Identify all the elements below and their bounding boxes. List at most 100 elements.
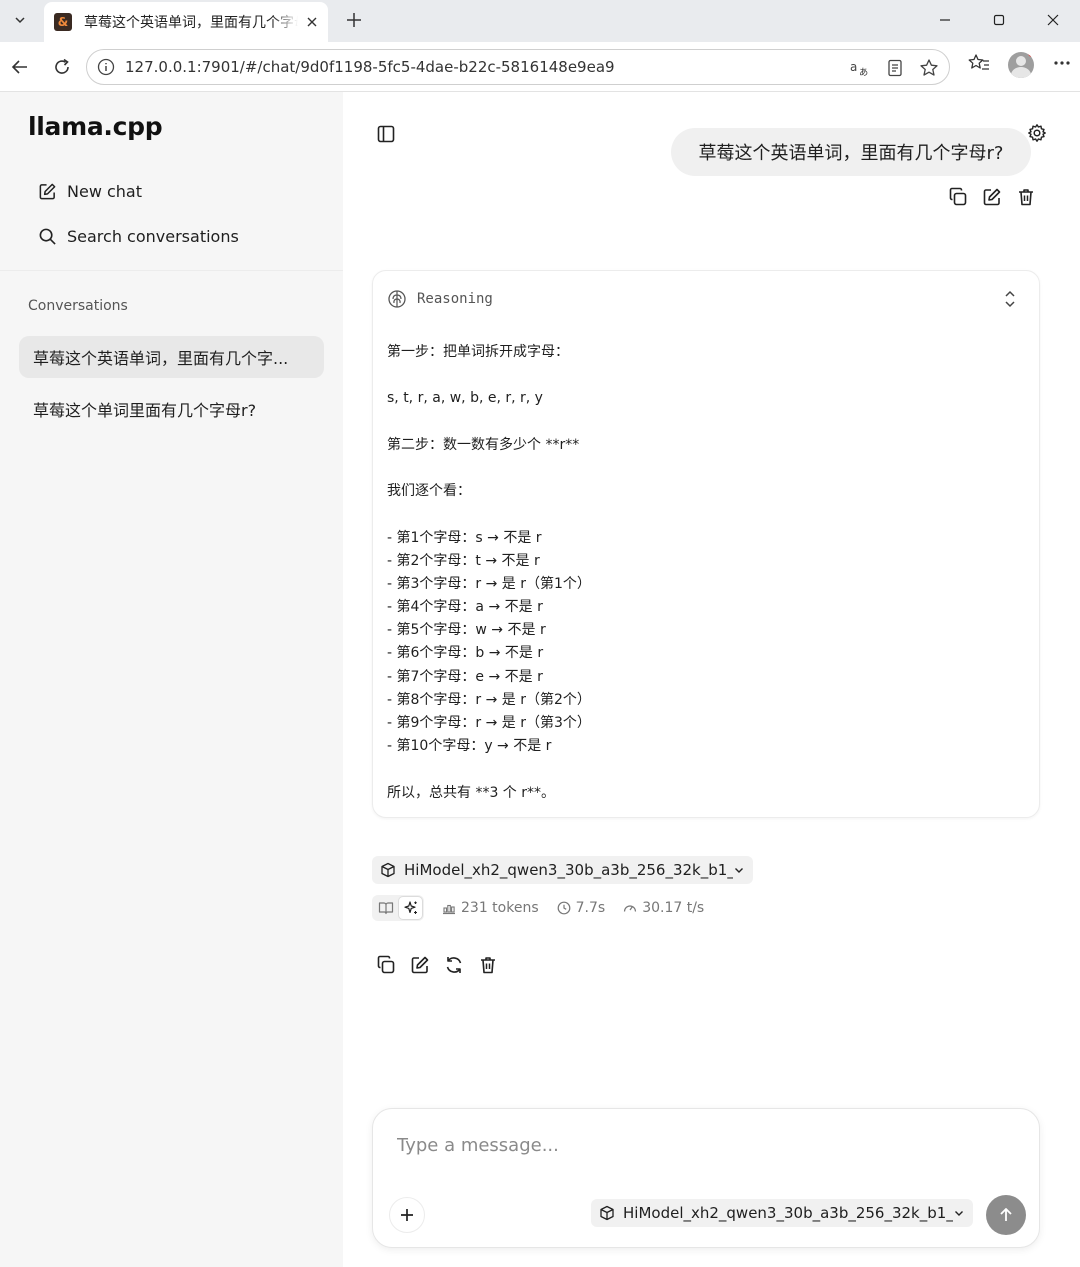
arrow-left-icon [11,60,27,74]
token-count: 231 tokens [442,900,539,916]
attach-button[interactable] [389,1197,425,1233]
generation-time-text: 7.7s [575,900,606,916]
settings-button[interactable] [1027,123,1047,143]
browser-tab-bar: & 草莓这个英语单词，里面有几个字母r? [0,0,1080,42]
new-tab-button[interactable] [340,6,368,34]
tab-close-button[interactable] [306,13,318,32]
reading-view-button[interactable] [374,897,397,919]
reload-icon [55,58,69,74]
browser-address-bar: 127.0.0.1:7901/#/chat/9d0f1198-5fc5-4dae… [0,42,1080,92]
token-count-text: 231 tokens [461,900,539,916]
translate-icon-glyph: aぁ [850,60,869,77]
url-text: 127.0.0.1:7901/#/chat/9d0f1198-5fc5-4dae… [125,58,615,76]
copy-button[interactable] [376,955,396,975]
favorites-list-icon [968,54,989,70]
conversations-heading: Conversations [28,298,128,314]
edit-button[interactable] [410,955,430,975]
back-button[interactable] [6,53,34,81]
reasoning-line: - 第3个字母：r → 是 r（第1个） [387,575,591,592]
search-conversations-button[interactable]: Search conversations [38,227,239,246]
conversation-item[interactable]: 草莓这个单词里面有几个字母r? [19,388,324,430]
reasoning-header[interactable]: Reasoning [387,289,493,309]
user-message-text: 草莓这个英语单词，里面有几个字母r? [698,143,1004,164]
delete-button[interactable] [478,955,498,975]
composer-model-selector[interactable]: HiModel_xh2_qwen3_30b_a3b_256_32k_b1_1..… [591,1199,973,1227]
reasoning-line: 第一步：把单词拆开成字母： [387,344,569,360]
chevron-down-icon [735,868,743,873]
arrow-up-icon [1000,1208,1012,1221]
chevrons-up-down-icon [1005,290,1015,308]
edit-icon [983,188,1001,206]
view-mode-toggle [372,895,424,921]
message-input[interactable] [397,1125,1017,1165]
tab-list-button[interactable] [6,6,34,34]
tab-title: 草莓这个英语单词，里面有几个字母r? [84,15,298,31]
reasoning-line: - 第7个字母：e → 不是 r [387,668,543,685]
close-icon [1047,14,1059,26]
window-controls [918,0,1080,40]
reasoning-line: 我们逐个看： [387,483,471,500]
generation-view-button[interactable] [399,897,422,919]
maximize-button[interactable] [972,0,1026,40]
regenerate-button[interactable] [444,955,464,975]
minimize-button[interactable] [918,0,972,40]
edit-icon [411,956,429,974]
conversation-title: 草莓这个单词里面有几个字母r? [33,401,257,420]
close-icon [307,17,317,26]
clock-icon [557,901,571,915]
favorites-button[interactable] [968,53,990,77]
generation-time: 7.7s [557,900,606,916]
edit-button[interactable] [982,187,1002,207]
delete-button[interactable] [1016,187,1036,207]
send-button[interactable] [986,1195,1026,1235]
maximize-icon [993,14,1005,26]
brain-icon [388,290,406,308]
info-icon[interactable] [97,58,115,76]
reasoning-line: - 第1个字母：s → 不是 r [387,529,542,546]
profile-avatar[interactable] [1008,52,1034,78]
reasoning-line: - 第4个字母：a → 不是 r [387,599,543,616]
sidebar-toggle-button[interactable] [376,124,396,144]
generation-stats: 231 tokens 7.7s 30.17 t/s [372,894,704,922]
translate-icon[interactable]: aぁ [849,56,873,80]
reasoning-blank-line [387,411,1027,434]
generation-speed-text: 30.17 t/s [642,900,705,916]
new-chat-button[interactable]: New chat [38,182,142,201]
trash-icon [481,957,495,974]
svg-text:ぁ: ぁ [858,65,869,77]
svg-text:a: a [850,60,857,74]
assistant-message-actions [376,955,498,975]
reasoning-panel: Reasoning 第一步：把单词拆开成字母： s, t, r, a, w, b,… [372,270,1040,818]
window-close-button[interactable] [1026,0,1080,40]
browser-toolbar-right [892,52,1072,78]
sidebar-divider [0,270,343,271]
chevron-down-icon [15,17,25,24]
browser-tab[interactable]: & 草莓这个英语单词，里面有几个字母r? [44,2,328,42]
edit-square-icon [39,183,56,200]
tokens-icon [443,904,455,915]
conversation-title: 草莓这个英语单词，里面有几个字... [33,349,289,368]
search-conversations-label: Search conversations [67,227,239,246]
reasoning-blank-line [387,503,1027,526]
gauge-icon [624,905,637,912]
more-menu-button[interactable] [1052,53,1072,77]
search-icon [39,228,56,245]
reasoning-blank-line [387,457,1027,480]
conversation-item[interactable]: 草莓这个英语单词，里面有几个字... [19,336,324,378]
reasoning-expand-toggle[interactable] [1001,289,1019,309]
reasoning-line: - 第10个字母：y → 不是 r [387,738,552,755]
reload-button[interactable] [48,53,76,81]
copy-icon [949,187,967,206]
reasoning-line: 所以，总共有 **3 个 r**。 [387,784,556,801]
plus-icon [401,1209,413,1221]
minimize-icon [940,19,950,21]
composer-model-name: HiModel_xh2_qwen3_30b_a3b_256_32k_b1_1..… [623,1204,953,1222]
url-field[interactable]: 127.0.0.1:7901/#/chat/9d0f1198-5fc5-4dae… [86,49,950,85]
copy-button[interactable] [948,187,968,207]
model-selector[interactable]: HiModel_xh2_qwen3_30b_a3b_256_32k_b1_1..… [372,856,753,884]
reasoning-line: - 第6个字母：b → 不是 r [387,645,544,662]
user-message-bubble: 草莓这个英语单词，里面有几个字母r? [671,128,1031,176]
more-horizontal-icon [1054,61,1070,65]
reasoning-content: 第一步：把单词拆开成字母： s, t, r, a, w, b, e, r, r, … [387,341,1027,805]
new-chat-label: New chat [67,182,142,201]
